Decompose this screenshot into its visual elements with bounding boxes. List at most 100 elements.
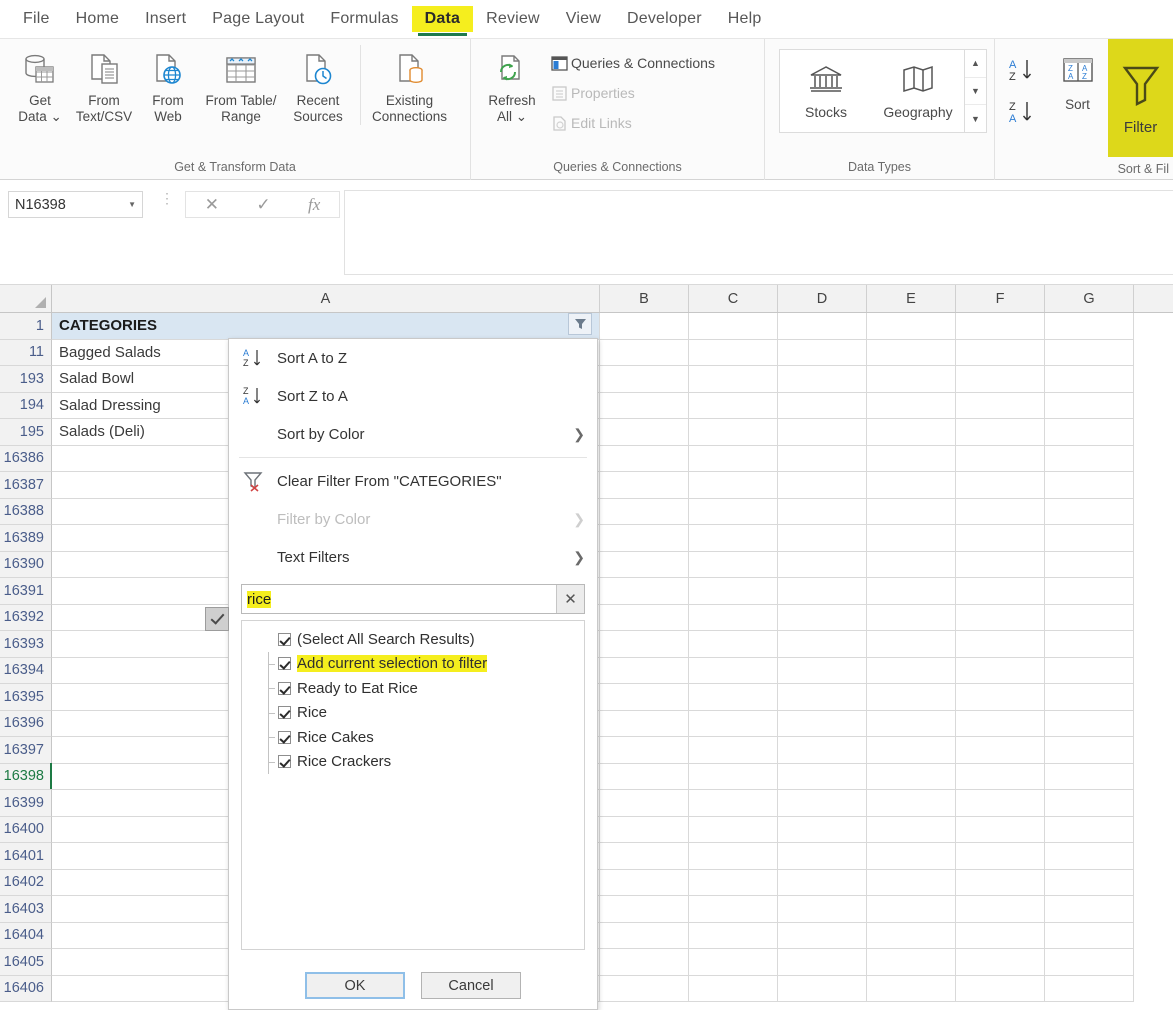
sort-button[interactable]: Z A A Z Sort xyxy=(1047,45,1108,113)
cell-G11[interactable] xyxy=(1045,339,1134,366)
cell-F16394[interactable] xyxy=(956,657,1045,684)
cell-E16392[interactable] xyxy=(867,604,956,631)
cell-G16394[interactable] xyxy=(1045,657,1134,684)
cell-C11[interactable] xyxy=(689,339,778,366)
row-header-16387[interactable]: 16387 xyxy=(0,472,52,499)
cell-D195[interactable] xyxy=(778,419,867,446)
row-header-16393[interactable]: 16393 xyxy=(0,631,52,658)
cell-F195[interactable] xyxy=(956,419,1045,446)
cell-B16389[interactable] xyxy=(600,525,689,552)
menu-item-sort-a-to-z[interactable]: A Z Sort A to Z xyxy=(229,339,597,377)
cell-E16391[interactable] xyxy=(867,578,956,605)
cell-B1[interactable] xyxy=(600,313,689,340)
cell-E1[interactable] xyxy=(867,313,956,340)
cell-F11[interactable] xyxy=(956,339,1045,366)
cell-C16397[interactable] xyxy=(689,737,778,764)
cell-G16391[interactable] xyxy=(1045,578,1134,605)
get-data-button[interactable]: Get Data ⌄ xyxy=(8,45,72,125)
row-header-193[interactable]: 193 xyxy=(0,366,52,393)
column-header-B[interactable]: B xyxy=(600,285,689,312)
ribbon-tab-help[interactable]: Help xyxy=(715,6,775,32)
cell-B16387[interactable] xyxy=(600,472,689,499)
cell-B194[interactable] xyxy=(600,392,689,419)
ribbon-tab-page-layout[interactable]: Page Layout xyxy=(199,6,317,32)
cell-F16403[interactable] xyxy=(956,896,1045,923)
queries-connections-item[interactable]: Queries & Connections xyxy=(543,48,719,78)
checkbox-icon[interactable] xyxy=(278,632,291,646)
column-header-G[interactable]: G xyxy=(1045,285,1134,312)
cell-C16394[interactable] xyxy=(689,657,778,684)
cell-G16392[interactable] xyxy=(1045,604,1134,631)
cell-D16392[interactable] xyxy=(778,604,867,631)
cell-B16397[interactable] xyxy=(600,737,689,764)
cell-A1-header[interactable]: CATEGORIES xyxy=(52,313,600,340)
cell-G16395[interactable] xyxy=(1045,684,1134,711)
cell-B16386[interactable] xyxy=(600,445,689,472)
cell-F16404[interactable] xyxy=(956,922,1045,949)
row-header-16402[interactable]: 16402 xyxy=(0,869,52,896)
cell-F16397[interactable] xyxy=(956,737,1045,764)
cell-F16398[interactable] xyxy=(956,763,1045,790)
ribbon-tab-view[interactable]: View xyxy=(553,6,614,32)
cell-E16394[interactable] xyxy=(867,657,956,684)
cell-C16388[interactable] xyxy=(689,498,778,525)
cell-C16391[interactable] xyxy=(689,578,778,605)
filter-option[interactable]: Rice xyxy=(268,700,584,725)
cell-G16396[interactable] xyxy=(1045,710,1134,737)
cell-E11[interactable] xyxy=(867,339,956,366)
cell-F16392[interactable] xyxy=(956,604,1045,631)
cell-C16396[interactable] xyxy=(689,710,778,737)
cell-B16399[interactable] xyxy=(600,790,689,817)
cell-E16406[interactable] xyxy=(867,975,956,1002)
row-header-16398[interactable]: 16398 xyxy=(0,763,52,790)
cell-D16396[interactable] xyxy=(778,710,867,737)
filter-button[interactable]: Filter xyxy=(1108,39,1173,157)
cell-E16398[interactable] xyxy=(867,763,956,790)
ribbon-tab-insert[interactable]: Insert xyxy=(132,6,199,32)
cell-F16401[interactable] xyxy=(956,843,1045,870)
column-filter-dropdown-button[interactable] xyxy=(568,313,592,335)
cell-C16402[interactable] xyxy=(689,869,778,896)
confirm-entry-icon[interactable]: ✓ xyxy=(256,195,270,215)
cell-E16389[interactable] xyxy=(867,525,956,552)
cell-C1[interactable] xyxy=(689,313,778,340)
chevron-down-icon[interactable]: ▼ xyxy=(128,200,136,209)
row-header-16391[interactable]: 16391 xyxy=(0,578,52,605)
row-header-16395[interactable]: 16395 xyxy=(0,684,52,711)
cell-C16404[interactable] xyxy=(689,922,778,949)
cell-B16398[interactable] xyxy=(600,763,689,790)
cell-G16390[interactable] xyxy=(1045,551,1134,578)
cell-F16386[interactable] xyxy=(956,445,1045,472)
filter-options-list[interactable]: (Select All Search Results) Add current s… xyxy=(241,620,585,950)
filter-search-input[interactable]: rice xyxy=(242,585,556,613)
cell-G16393[interactable] xyxy=(1045,631,1134,658)
column-header-F[interactable]: F xyxy=(956,285,1045,312)
filter-apply-check-button[interactable] xyxy=(205,607,229,631)
cell-E16390[interactable] xyxy=(867,551,956,578)
cell-G16387[interactable] xyxy=(1045,472,1134,499)
sort-ascending-button[interactable]: A Z xyxy=(1007,49,1041,91)
geography-button[interactable]: Geography xyxy=(872,50,964,132)
cell-B193[interactable] xyxy=(600,366,689,393)
checkbox-icon[interactable] xyxy=(278,657,291,671)
cell-G193[interactable] xyxy=(1045,366,1134,393)
column-header-C[interactable]: C xyxy=(689,285,778,312)
row-header-16405[interactable]: 16405 xyxy=(0,949,52,976)
ok-button[interactable]: OK xyxy=(305,972,405,999)
cell-E16387[interactable] xyxy=(867,472,956,499)
cell-G16386[interactable] xyxy=(1045,445,1134,472)
from-web-button[interactable]: From Web xyxy=(136,45,200,125)
cell-C16403[interactable] xyxy=(689,896,778,923)
cell-F16405[interactable] xyxy=(956,949,1045,976)
cell-D16395[interactable] xyxy=(778,684,867,711)
cell-F16390[interactable] xyxy=(956,551,1045,578)
cell-C16387[interactable] xyxy=(689,472,778,499)
cell-E16401[interactable] xyxy=(867,843,956,870)
checkbox-icon[interactable] xyxy=(278,730,291,744)
row-header-16404[interactable]: 16404 xyxy=(0,922,52,949)
cell-D16400[interactable] xyxy=(778,816,867,843)
cell-C193[interactable] xyxy=(689,366,778,393)
cell-G16405[interactable] xyxy=(1045,949,1134,976)
cancel-entry-icon[interactable]: ✕ xyxy=(205,195,219,215)
cell-C16401[interactable] xyxy=(689,843,778,870)
